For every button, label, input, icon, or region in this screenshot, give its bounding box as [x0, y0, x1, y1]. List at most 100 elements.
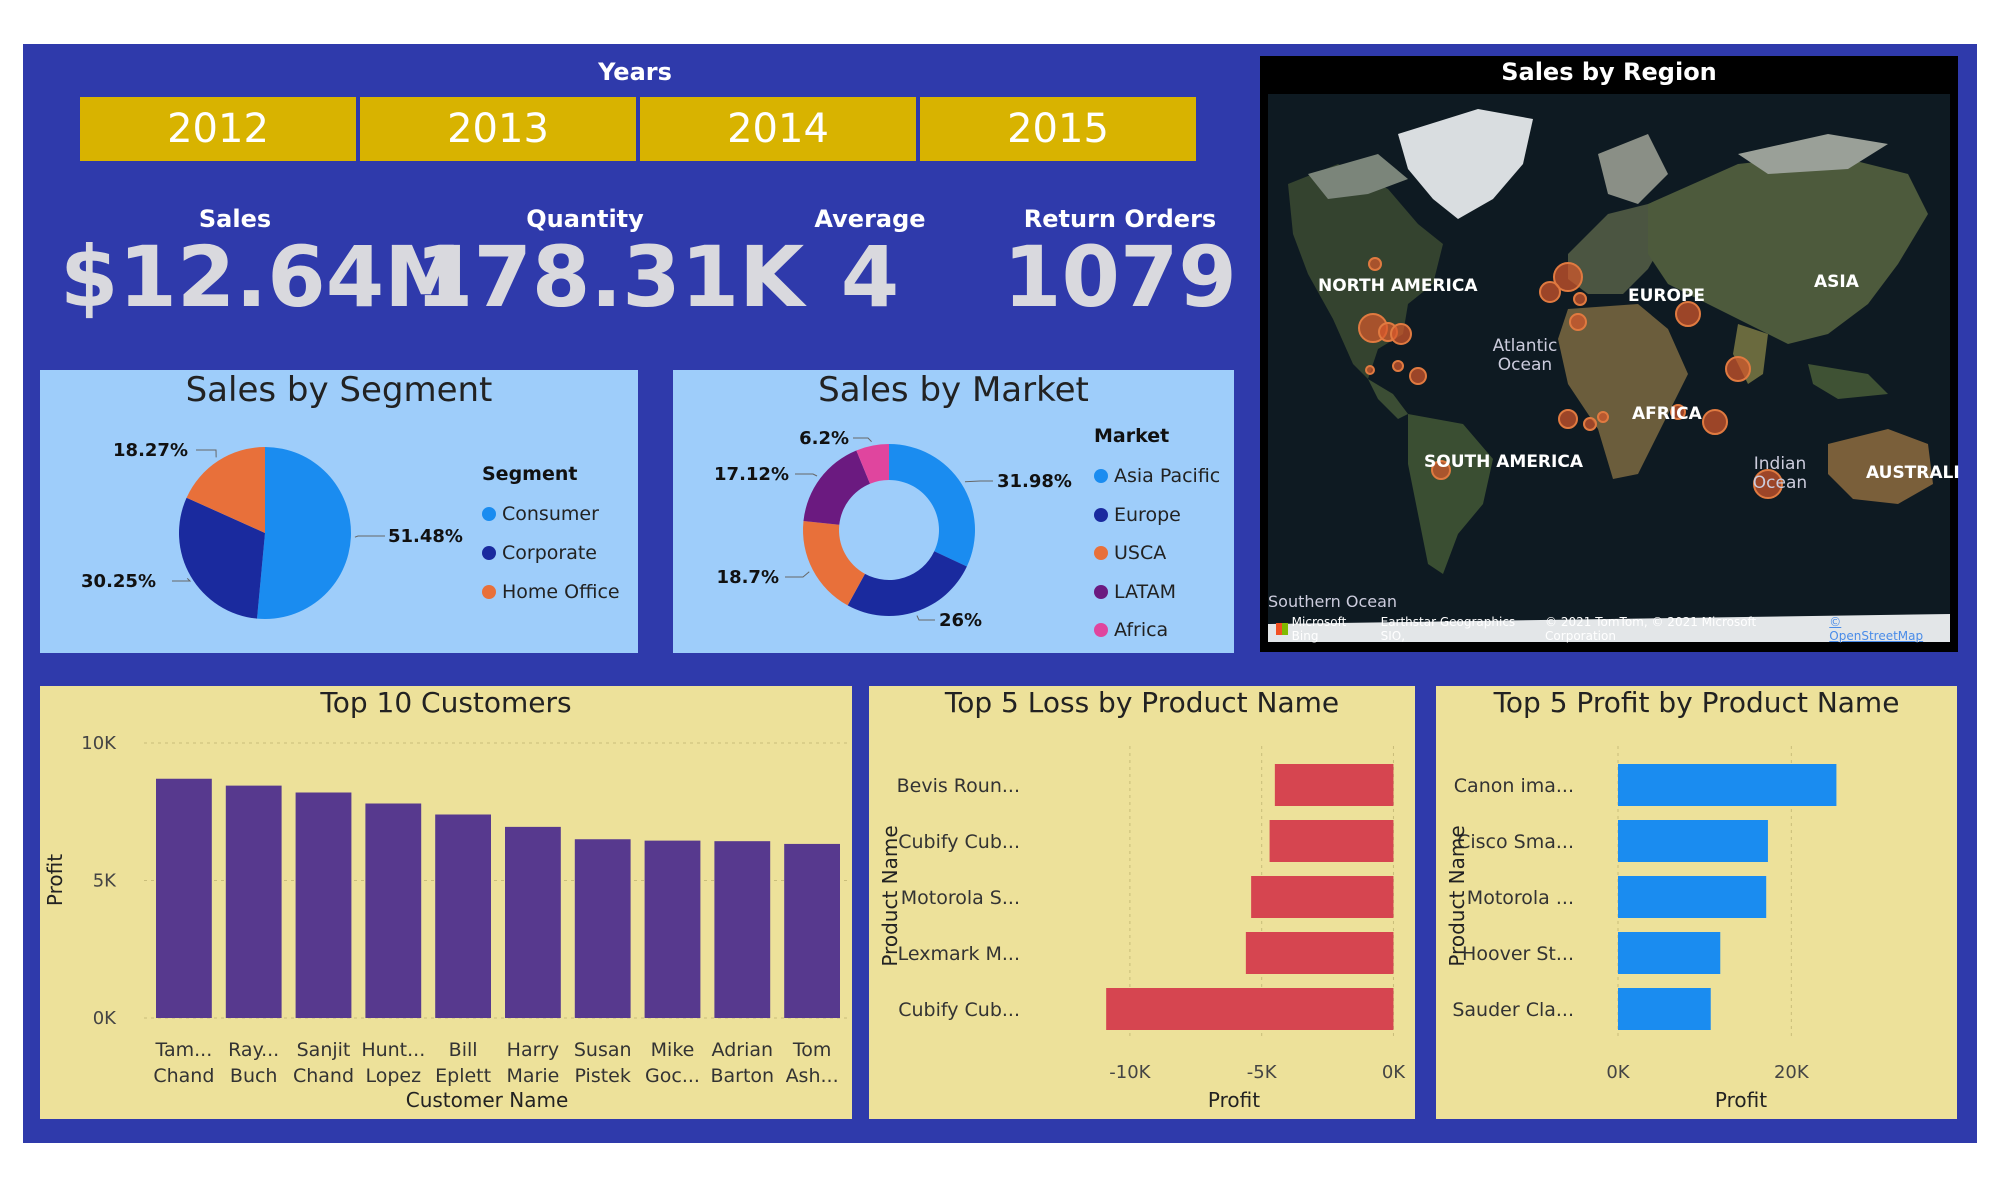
y-tick-label: Hoover St...	[1462, 943, 1574, 965]
customers-bar-chart: 0K 5K 10K Tam... Chand Ray... Buch Sanjit Chand H…	[43, 733, 850, 1112]
x-tick-label: 0K	[1382, 1062, 1406, 1083]
customer-bar	[784, 843, 840, 1018]
map-label-asia: ASIA	[1814, 272, 1859, 292]
years-slicer-title: Years	[598, 58, 672, 86]
legend-item[interactable]: Consumer	[482, 494, 620, 533]
map-attribution: Microsoft Bing Earthstar Geographics SIO…	[1276, 615, 1936, 643]
y-tick-label: Cubify Cub...	[898, 831, 1020, 853]
customer-bar	[644, 840, 701, 1018]
map-label-australia: AUSTRALI	[1866, 463, 1960, 483]
bing-logo-icon	[1276, 623, 1288, 635]
x-tick-label: Ash...	[786, 1065, 839, 1087]
kpi-average-value: 4	[840, 228, 900, 326]
customer-bar	[505, 826, 561, 1018]
year-2013-button[interactable]: 2013	[360, 97, 636, 161]
y-tick-label: Cisco Sma...	[1457, 831, 1574, 853]
x-tick-label: Sanjit	[297, 1039, 351, 1061]
x-tick-label: Adrian	[712, 1039, 774, 1061]
pie-leader-line	[964, 480, 993, 483]
y-tick-label: Motorola ...	[1467, 887, 1574, 909]
pie-leader-line	[196, 449, 217, 458]
legend-label: Consumer	[502, 502, 599, 525]
product-bar	[1106, 988, 1394, 1030]
legend-item[interactable]: Home Office	[482, 572, 620, 611]
x-tick-label: -5K	[1247, 1062, 1278, 1083]
x-tick-label: Barton	[710, 1065, 774, 1087]
product-bar	[1269, 820, 1394, 862]
product-bar	[1274, 764, 1394, 806]
x-tick-label: Buch	[230, 1065, 278, 1087]
y-axis-title: Profit	[43, 854, 67, 906]
legend-dot-icon	[1094, 469, 1108, 484]
legend-label: Home Office	[502, 580, 620, 603]
world-map[interactable]	[1268, 94, 1950, 642]
pie-data-label: 18.7%	[717, 567, 779, 588]
kpi-sales-value: $12.64M	[60, 228, 468, 326]
x-tick-label: Mike	[651, 1039, 695, 1061]
year-2015-button[interactable]: 2015	[920, 97, 1196, 161]
x-axis-title: Customer Name	[406, 1088, 569, 1112]
x-tick-label: 0K	[1606, 1062, 1630, 1083]
segment-legend-title: Segment	[482, 463, 578, 485]
x-tick-label: Ray...	[228, 1039, 279, 1061]
legend-label: USCA	[1114, 542, 1167, 565]
segment-legend: Consumer Corporate Home Office	[482, 494, 620, 611]
x-axis-title: Profit	[1715, 1088, 1767, 1112]
legend-item[interactable]: Asia Pacific	[1094, 457, 1220, 496]
pie-slice	[803, 450, 871, 525]
customer-bar	[574, 839, 631, 1018]
map-label-atlantic-ocean: Atlantic Ocean	[1492, 336, 1558, 375]
x-tick-label: 20K	[1774, 1062, 1810, 1083]
openstreetmap-link[interactable]: © OpenStreetMap	[1829, 615, 1936, 643]
legend-dot-icon	[1094, 546, 1108, 561]
y-tick-label: Bevis Roun...	[897, 775, 1020, 797]
legend-item[interactable]: Europe	[1094, 496, 1220, 535]
pie-slice	[847, 551, 967, 616]
year-2014-button[interactable]: 2014	[640, 97, 916, 161]
x-tick-label: Tom	[792, 1039, 832, 1061]
x-tick-label: Eplett	[435, 1065, 491, 1087]
pie-data-label: 26%	[939, 610, 982, 631]
x-axis-title: Profit	[1208, 1088, 1260, 1112]
y-tick-label: Cubify Cub...	[898, 999, 1020, 1021]
x-tick-label: Chand	[293, 1065, 354, 1087]
legend-item[interactable]: LATAM	[1094, 573, 1220, 612]
x-tick-label: Harry	[507, 1039, 559, 1061]
product-bar	[1618, 932, 1721, 974]
map-label-europe: EUROPE	[1628, 286, 1706, 306]
legend-label: Asia Pacific	[1114, 465, 1221, 488]
y-tick-label: 5K	[93, 871, 117, 892]
legend-item[interactable]: USCA	[1094, 534, 1220, 573]
pie-slice	[257, 447, 352, 619]
legend-label: Corporate	[502, 541, 597, 564]
customer-bar	[714, 841, 771, 1018]
legend-item[interactable]: Corporate	[482, 533, 620, 572]
x-tick-label: Bill	[449, 1039, 478, 1061]
y-axis-title: Product Name	[878, 825, 902, 966]
kpi-return-orders-value: 1079	[1003, 228, 1237, 326]
pie-leader-line	[354, 535, 385, 538]
x-tick-label: Pistek	[575, 1065, 631, 1087]
legend-dot-icon	[482, 506, 496, 521]
customer-bar	[225, 785, 282, 1018]
x-tick-label: Hunt...	[361, 1039, 425, 1061]
map-label-north-america: NORTH AMERICA	[1318, 276, 1478, 296]
loss-bar-chart: -10K -5K 0K Bevis Roun... Cubify Cub... Motor…	[878, 746, 1406, 1112]
map-brand: Microsoft Bing	[1291, 615, 1347, 643]
year-2012-button[interactable]: 2012	[80, 97, 356, 161]
legend-label: Europe	[1114, 503, 1181, 526]
legend-dot-icon	[482, 584, 496, 599]
x-tick-label: -10K	[1109, 1062, 1151, 1083]
y-tick-label: Lexmark M...	[898, 943, 1020, 965]
y-tick-label: Motorola S...	[901, 887, 1020, 909]
x-tick-label: Tam...	[155, 1039, 213, 1061]
product-bar	[1245, 932, 1394, 974]
customer-bar	[435, 814, 491, 1018]
pie-leader-line	[785, 571, 810, 578]
legend-item[interactable]: Africa	[1094, 611, 1220, 650]
pie-leader-line	[795, 473, 818, 477]
pie-data-label: 6.2%	[799, 428, 849, 449]
kpi-quantity-value: 178.31K	[415, 228, 805, 326]
map-attribution-text: © 2021 TomTom, © 2021 Microsoft Corporat…	[1545, 615, 1757, 643]
y-axis-title: Product Name	[1445, 825, 1469, 966]
